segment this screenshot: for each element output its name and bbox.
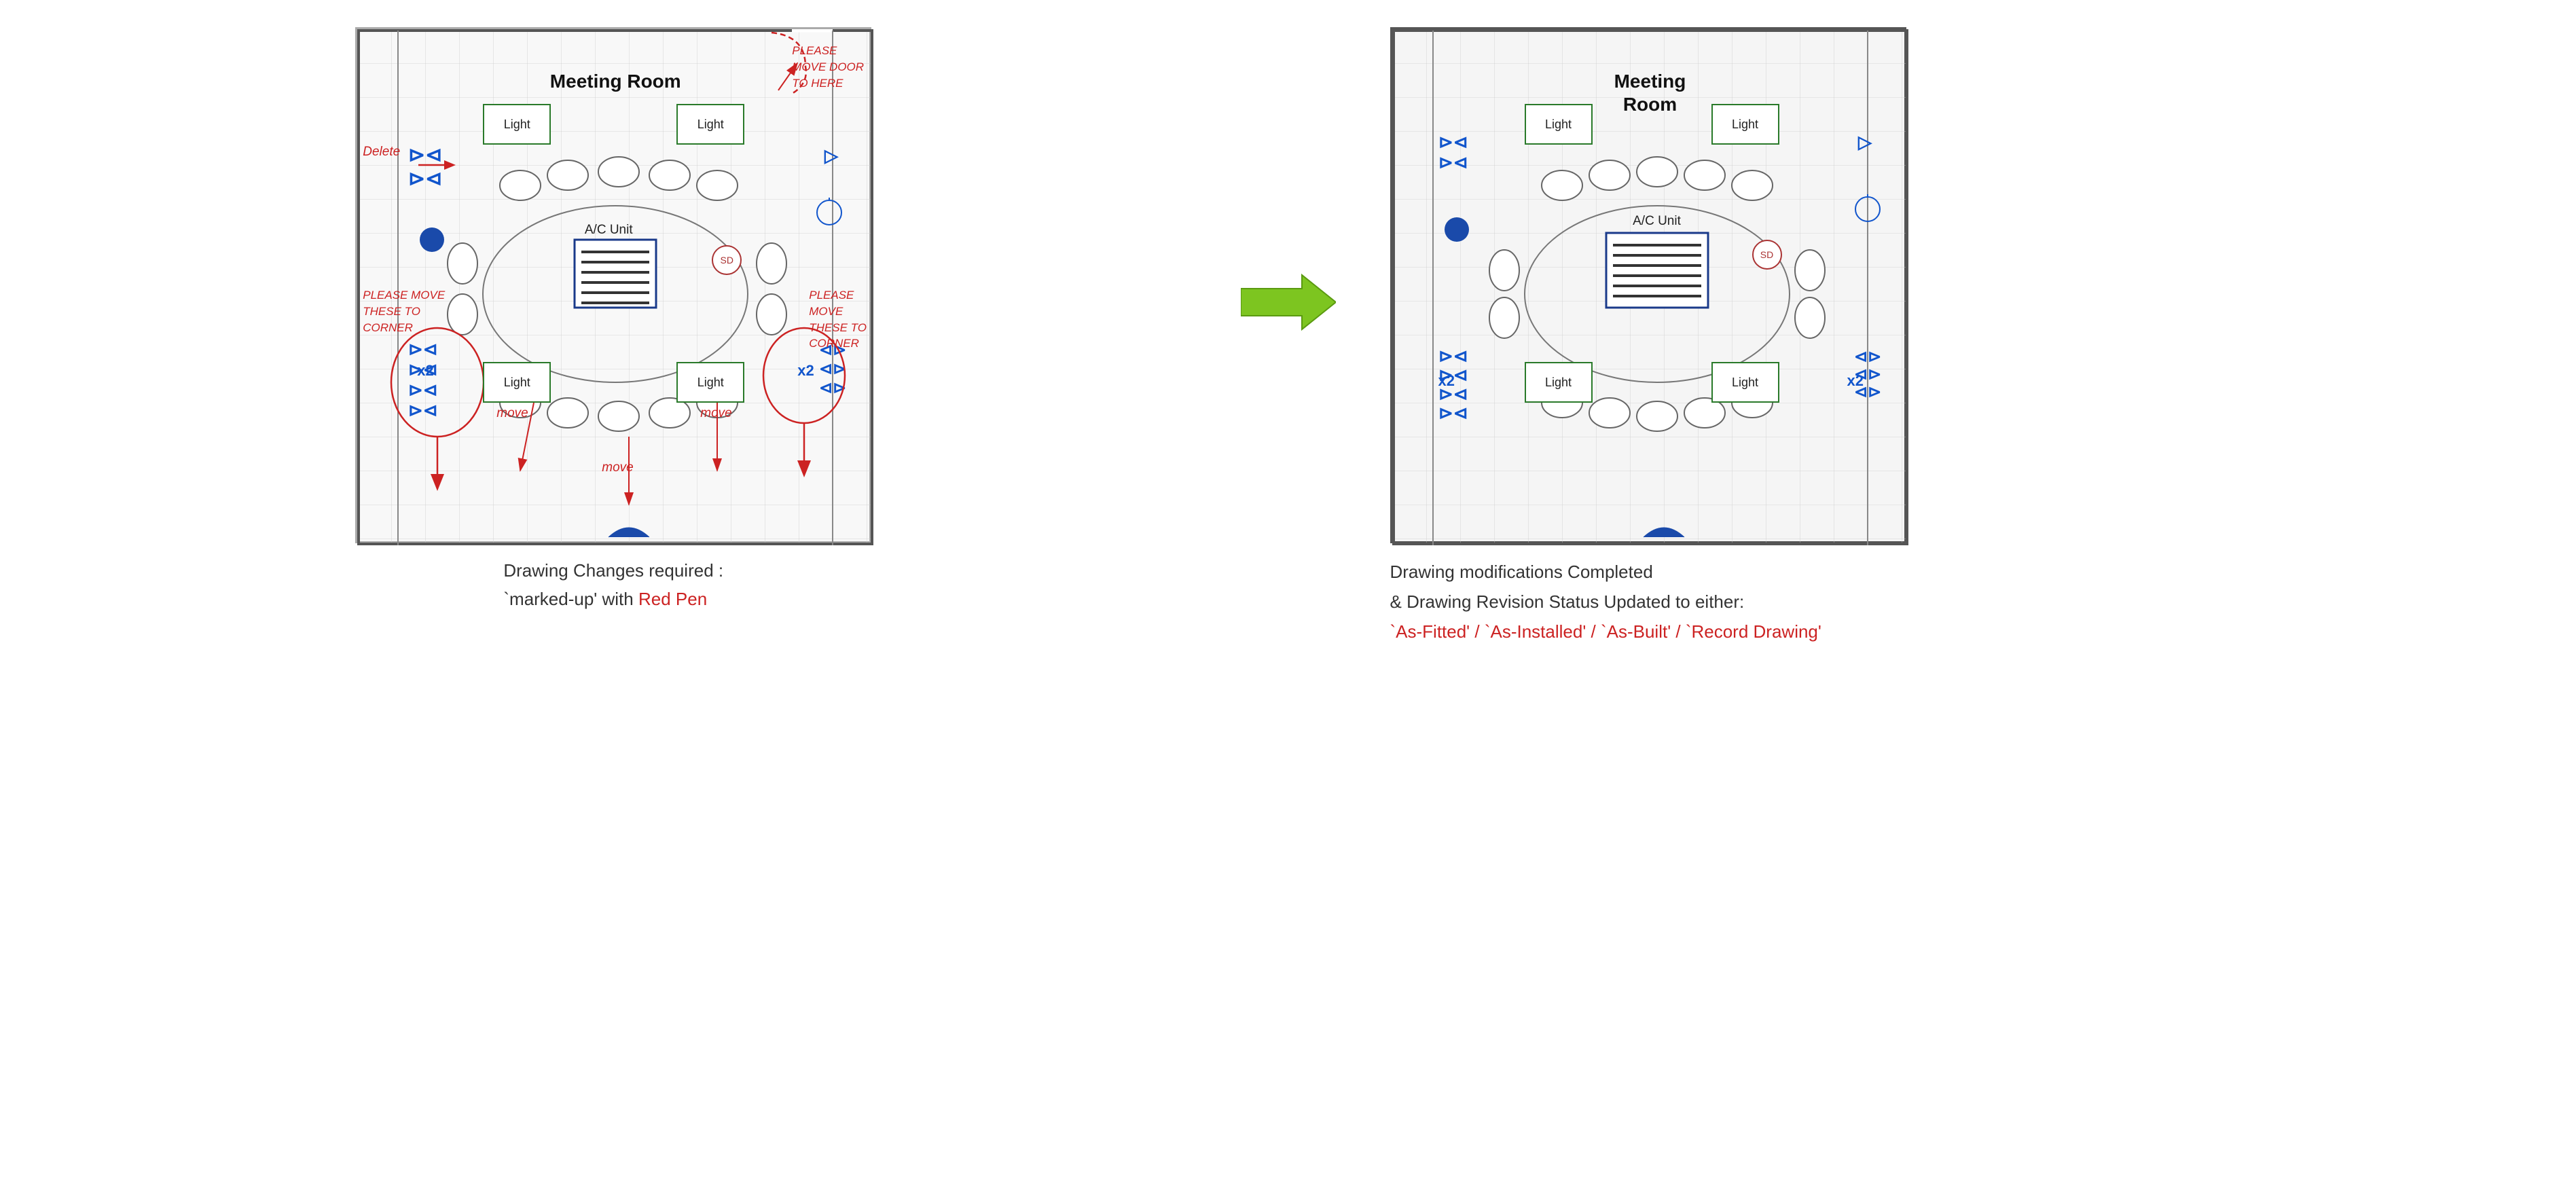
x2-label-right-panel-right: x2 [1847, 372, 1864, 390]
x2-label-right-panel-left: x2 [1438, 372, 1455, 390]
light-box-right-bottom-right: Light [1711, 362, 1779, 403]
light-box-right-top-left: Light [1525, 104, 1593, 145]
light-box-bottom-right: Light [676, 362, 744, 403]
room-title-left: Meeting Room [541, 70, 690, 93]
sd-circle-left: SD [712, 245, 742, 275]
light-box-right-top-right: Light [1711, 104, 1779, 145]
svg-text:⊲⊳: ⊲⊳ [819, 379, 846, 397]
right-caption-line1: Drawing modifications Completed [1390, 562, 1653, 582]
left-caption: Drawing Changes required : `marked-up' w… [503, 557, 723, 613]
right-caption-red: `As-Fitted' / `As-Installed' / `As-Built… [1390, 621, 1821, 642]
svg-text:▷: ▷ [824, 145, 839, 166]
svg-text:⊳⊲: ⊳⊲ [1438, 132, 1468, 152]
left-panel: ⊳⊲ ⊳⊲ ⊳⊲ ⊳⊲ ⊳⊲ ⊳⊲ ▷ ⊲⊳ ⊲⊳ ⊲⊳ [41, 27, 1186, 613]
light-box-bottom-left: Light [483, 362, 551, 403]
move-annotation-2: move [700, 406, 731, 421]
ac-unit-label-right: A/C Unit [1603, 214, 1711, 229]
right-panel: ⊳⊲ ⊳⊲ ⊳⊲ ⊳⊲ ⊳⊲ ⊳⊲ ▷ ⊲⊳ ⊲⊳ ⊲⊳ MeetingRoom… [1390, 27, 2536, 647]
svg-text:⊳⊲: ⊳⊲ [408, 400, 438, 420]
right-caption-line2: & Drawing Revision Status Updated to eit… [1390, 591, 1745, 612]
left-floor-plan: ⊳⊲ ⊳⊲ ⊳⊲ ⊳⊲ ⊳⊲ ⊳⊲ ▷ ⊲⊳ ⊲⊳ ⊲⊳ [355, 27, 871, 543]
light-box-top-right: Light [676, 104, 744, 145]
move-annotation-1: move [496, 406, 528, 421]
ac-unit-label-left: A/C Unit [564, 223, 653, 238]
room-title-right: MeetingRoom [1576, 70, 1725, 115]
delete-annotation: Delete [363, 145, 400, 160]
svg-text:⊳⊲: ⊳⊲ [408, 339, 438, 359]
svg-text:⊳⊲: ⊳⊲ [1438, 152, 1468, 172]
svg-text:⊳⊲: ⊳⊲ [408, 380, 438, 400]
light-box-right-bottom-left: Light [1525, 362, 1593, 403]
svg-text:▷: ▷ [1857, 132, 1872, 152]
svg-text:⊳⊲: ⊳⊲ [408, 144, 442, 166]
right-floor-plan: ⊳⊲ ⊳⊲ ⊳⊲ ⊳⊲ ⊳⊲ ⊳⊲ ▷ ⊲⊳ ⊲⊳ ⊲⊳ MeetingRoom… [1390, 27, 1906, 543]
please-move-corner-left: PLEASE MOVETHESE TOCORNER [363, 287, 445, 335]
svg-text:⊳⊲: ⊳⊲ [1438, 403, 1468, 423]
svg-text:⊲⊳: ⊲⊳ [819, 341, 846, 359]
x2-label-right-left-panel: x2 [797, 362, 814, 380]
sd-circle-right: SD [1752, 240, 1782, 270]
caption-line2: `marked-up' with Red Pen [503, 589, 707, 609]
please-move-corner-right: PLEASE MOVETHESE TO CORNER [809, 287, 869, 352]
svg-text:⊳⊲: ⊳⊲ [408, 168, 442, 190]
svg-text:⊳⊲: ⊳⊲ [1438, 346, 1468, 366]
move-annotation-3: move [602, 460, 633, 475]
caption-line1: Drawing Changes required : [503, 560, 723, 581]
right-caption: Drawing modifications Completed & Drawin… [1390, 557, 1821, 647]
move-door-annotation: PLEASE MOVE DOORTO HERE [792, 43, 869, 91]
transformation-arrow [1241, 27, 1336, 333]
svg-text:⊲⊳: ⊲⊳ [819, 360, 846, 378]
light-box-top-left: Light [483, 104, 551, 145]
x2-label-left: x2 [417, 362, 433, 380]
svg-text:⊲⊳: ⊲⊳ [1854, 348, 1881, 366]
